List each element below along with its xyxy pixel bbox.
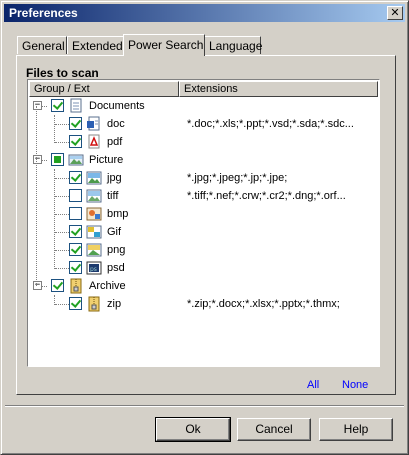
tree-line — [55, 214, 69, 215]
psd-image-icon: ps — [86, 260, 102, 276]
tree-label: png — [107, 244, 126, 256]
tree-label: psd — [107, 262, 125, 274]
window-title: Preferences — [9, 6, 78, 20]
tiff-image-icon — [86, 188, 102, 204]
tree-line — [55, 250, 69, 251]
tree-item-row[interactable]: doc *.doc;*.xls;*.ppt;*.vsd;*.sda;*.sdc..… — [29, 115, 378, 133]
checkbox-archive[interactable] — [51, 279, 64, 292]
extensions-cell: *.jpg;*.jpeg;*.jp;*.jpe; — [187, 172, 288, 184]
tree-line — [54, 169, 55, 269]
title-bar[interactable]: Preferences ✕ — [4, 4, 405, 22]
gif-image-icon — [86, 224, 102, 240]
tree-item-row[interactable]: zip *.zip;*.docx;*.xlsx;*.pptx;*.thmx; — [29, 295, 378, 313]
tree-label: pdf — [107, 136, 123, 148]
tree-item-row[interactable]: ps psd — [29, 259, 378, 277]
tab-language[interactable]: Language — [204, 36, 263, 54]
tree-item-row[interactable]: tiff *.tiff;*.nef;*.crw;*.cr2;*.dng;*.orf… — [29, 187, 378, 205]
extensions-cell: *.zip;*.docx;*.xlsx;*.pptx;*.thmx; — [187, 298, 340, 310]
archive-icon — [68, 278, 84, 294]
column-header-extensions[interactable]: Extensions — [179, 81, 378, 97]
document-icon — [68, 98, 84, 114]
ok-button[interactable]: Ok — [155, 417, 231, 442]
tab-extended[interactable]: Extended — [67, 36, 124, 54]
tree-label: bmp — [107, 208, 129, 220]
tree-label: jpg — [107, 172, 122, 184]
tree-line — [55, 178, 69, 179]
cancel-button[interactable]: Cancel — [237, 418, 311, 441]
tree-label: zip — [107, 298, 122, 310]
divider — [5, 405, 404, 407]
extensions-cell: *.doc;*.xls;*.ppt;*.vsd;*.sda;*.sdc... — [187, 118, 354, 130]
checkbox-png[interactable] — [69, 243, 82, 256]
checkbox-zip[interactable] — [69, 297, 82, 310]
tree-item-row[interactable]: bmp — [29, 205, 378, 223]
jpg-image-icon — [86, 170, 102, 186]
checkbox-psd[interactable] — [69, 261, 82, 274]
pdf-icon — [86, 134, 102, 150]
zip-icon — [86, 296, 102, 312]
collapse-icon[interactable]: − — [33, 281, 42, 290]
tree-line — [55, 304, 69, 305]
column-header-group[interactable]: Group / Ext — [29, 81, 179, 97]
list-header: Group / Ext Extensions — [29, 81, 378, 97]
preferences-window: Preferences ✕ General Extended Power Sea… — [0, 0, 409, 455]
tree-label: Archive — [89, 280, 126, 292]
svg-text:ps: ps — [90, 266, 97, 273]
tree-label: tiff — [107, 190, 119, 202]
checkbox-picture[interactable] — [51, 153, 64, 166]
word-doc-icon — [86, 116, 102, 132]
checkbox-doc[interactable] — [69, 117, 82, 130]
checkbox-gif[interactable] — [69, 225, 82, 238]
collapse-icon[interactable]: − — [33, 155, 42, 164]
checkbox-bmp[interactable] — [69, 207, 82, 220]
picture-icon — [68, 152, 84, 168]
checkbox-documents[interactable] — [51, 99, 64, 112]
tree-label: Picture — [89, 154, 124, 166]
tree-item-row[interactable]: pdf — [29, 133, 378, 151]
tree-line — [55, 268, 69, 269]
select-all-link[interactable]: All — [307, 379, 319, 391]
tab-power-search-label: Power Search — [128, 38, 204, 52]
files-to-scan-tree[interactable]: Group / Ext Extensions − Documents doc *.do… — [27, 79, 380, 367]
tree-label: doc — [107, 118, 125, 130]
tree-item-row[interactable]: jpg *.jpg;*.jpeg;*.jp;*.jpe; — [29, 169, 378, 187]
tab-extended-label: Extended — [72, 39, 123, 53]
tab-general-label: General — [22, 39, 65, 53]
tree-item-row[interactable]: png — [29, 241, 378, 259]
tree-group-row[interactable]: − Picture — [29, 151, 378, 169]
help-button[interactable]: Help — [319, 418, 393, 441]
extensions-cell: *.tiff;*.nef;*.crw;*.cr2;*.dng;*.orf... — [187, 190, 346, 202]
png-image-icon — [86, 242, 102, 258]
tree-group-row[interactable]: − Documents — [29, 97, 378, 115]
checkbox-pdf[interactable] — [69, 135, 82, 148]
checkbox-tiff[interactable] — [69, 189, 82, 202]
files-to-scan-title: Files to scan — [26, 66, 99, 80]
bmp-image-icon — [86, 206, 102, 222]
close-button[interactable]: ✕ — [387, 6, 403, 20]
tree-label: Documents — [89, 100, 145, 112]
tab-power-search[interactable]: Power Search — [123, 34, 205, 56]
close-icon: ✕ — [390, 6, 400, 19]
tree-line — [55, 124, 69, 125]
tab-language-label: Language — [209, 39, 263, 53]
tree-line — [55, 196, 69, 197]
select-none-link[interactable]: None — [342, 379, 368, 391]
tree-line — [36, 106, 37, 286]
tree-label: Gif — [107, 226, 122, 238]
checkbox-jpg[interactable] — [69, 171, 82, 184]
tree-line — [54, 115, 55, 143]
tree-group-row[interactable]: − Archive — [29, 277, 378, 295]
tree-item-row[interactable]: Gif — [29, 223, 378, 241]
tree-line — [55, 142, 69, 143]
collapse-icon[interactable]: − — [33, 101, 42, 110]
tab-general[interactable]: General — [17, 36, 67, 54]
tree-line — [54, 295, 55, 305]
tree-line — [55, 232, 69, 233]
